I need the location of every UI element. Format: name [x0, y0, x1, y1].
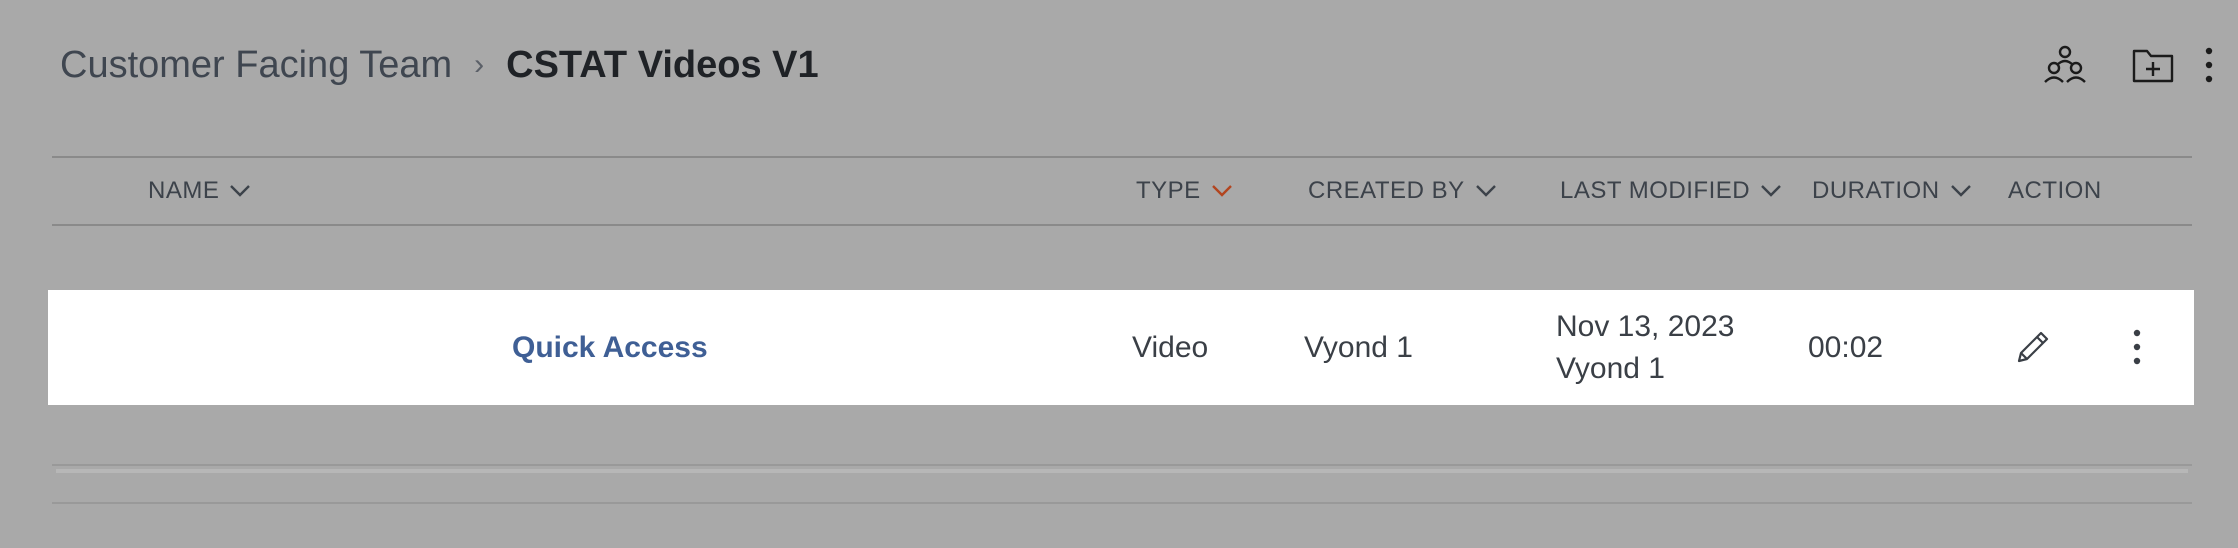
- breadcrumb: Customer Facing Team › CSTAT Videos V1: [60, 40, 819, 90]
- scrollbar-thumb[interactable]: [56, 469, 2188, 473]
- breadcrumb-separator: ›: [474, 48, 485, 81]
- chevron-down-icon: [230, 185, 251, 197]
- column-header-label: LAST MODIFIED: [1560, 177, 1751, 204]
- page-title: CSTAT Videos V1: [506, 43, 819, 86]
- breadcrumb-parent-link[interactable]: Customer Facing Team: [60, 44, 452, 87]
- more-options-icon[interactable]: [2112, 322, 2162, 372]
- column-header-label: NAME: [148, 177, 220, 204]
- column-header-last-modified[interactable]: LAST MODIFIED: [1560, 158, 1782, 224]
- item-name-link[interactable]: Quick Access: [512, 331, 708, 365]
- column-header-created-by[interactable]: CREATED BY: [1308, 158, 1497, 224]
- column-header-type[interactable]: TYPE: [1136, 158, 1233, 224]
- column-header-label: DURATION: [1812, 177, 1940, 204]
- team-members-icon[interactable]: [2040, 40, 2090, 90]
- chevron-down-icon: [1211, 185, 1232, 197]
- column-header-label: ACTION: [2008, 177, 2102, 204]
- column-header-label: CREATED BY: [1308, 177, 1465, 204]
- horizontal-scrollbar[interactable]: [52, 464, 2192, 504]
- table-header: NAME TYPE CREATED BY LAST MODIFIED DURAT…: [52, 156, 2192, 226]
- last-modified-by: Vyond 1: [1556, 351, 1665, 385]
- column-header-label: TYPE: [1136, 177, 1201, 204]
- chevron-down-icon: [1761, 185, 1781, 197]
- item-created-by: Vyond 1: [1304, 330, 1413, 364]
- chevron-down-icon: [1950, 185, 1971, 197]
- pencil-icon[interactable]: [2008, 322, 2058, 372]
- more-options-icon[interactable]: [2184, 40, 2234, 90]
- chevron-down-icon: [1475, 185, 1496, 197]
- column-header-duration[interactable]: DURATION: [1812, 158, 1972, 224]
- last-modified-date: Nov 13, 2023: [1556, 309, 1735, 343]
- new-folder-icon[interactable]: [2128, 40, 2178, 90]
- item-duration: 00:02: [1808, 330, 1884, 364]
- item-type: Video: [1132, 330, 1209, 364]
- item-last-modified: Nov 13, 2023 Vyond 1: [1556, 290, 1734, 405]
- table-row[interactable]: Quick Access Video Vyond 1 Nov 13, 2023 …: [48, 290, 2194, 405]
- column-header-name[interactable]: NAME: [148, 158, 251, 224]
- column-header-action: ACTION: [2008, 158, 2102, 224]
